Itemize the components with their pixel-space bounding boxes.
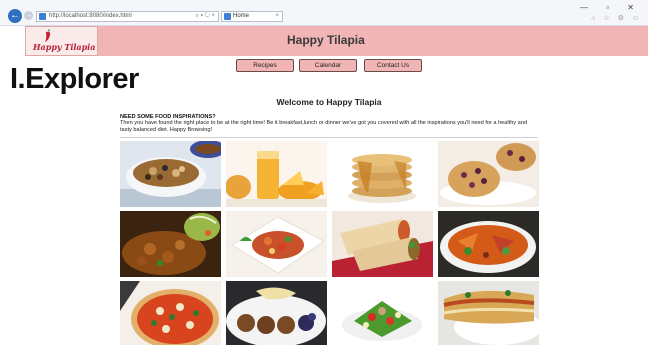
tuna-salad-image[interactable] (332, 281, 433, 345)
forward-arrow-icon[interactable]: → (24, 11, 33, 20)
roasted-vegetables-image[interactable] (438, 211, 539, 277)
overlay-caption: I.Explorer (10, 63, 139, 95)
address-controls[interactable]: ⌕ ▾ ↻ × (196, 12, 215, 21)
page-favicon-icon (39, 13, 46, 20)
site-logo[interactable]: Happy Tilapia (25, 26, 98, 56)
tab-close-icon[interactable]: × (275, 12, 279, 21)
muffins-image[interactable] (438, 141, 539, 207)
wrap-sandwich-image[interactable] (332, 211, 433, 277)
nav-recipes-button[interactable]: Recipes (236, 59, 294, 72)
site-header: Happy Tilapia Happy Tilapia (25, 26, 648, 56)
nav-calendar-button[interactable]: Calendar (299, 59, 357, 72)
window-controls[interactable]: — ▫ ✕ (580, 3, 642, 12)
toolbar-icons[interactable]: ⌂ ☆ ⚙ ☺ (591, 14, 642, 22)
chili-pepper-icon (45, 29, 51, 42)
browser-toolbar: ← → http://localhost:8080/index.html ⌕ ▾… (0, 0, 648, 26)
back-arrow-icon[interactable]: ← (8, 9, 22, 23)
divider (120, 137, 538, 138)
site-title: Happy Tilapia (287, 33, 365, 47)
browser-tab[interactable]: Home × (221, 11, 283, 22)
bean-soup-bowl-image[interactable] (120, 141, 221, 207)
nav-contact-button[interactable]: Contact Us (364, 59, 422, 72)
welcome-heading: Welcome to Happy Tilapia (276, 97, 382, 107)
address-url: http://localhost:8080/index.html (49, 13, 132, 19)
pancakes-image[interactable] (332, 141, 433, 207)
address-bar[interactable]: http://localhost:8080/index.html ⌕ ▾ ↻ × (36, 11, 219, 22)
salad-plate-image[interactable] (226, 211, 327, 277)
intro-text: Then you have found the right place to b… (120, 120, 527, 133)
pizza-image[interactable] (120, 281, 221, 345)
tab-title: Home (233, 13, 250, 19)
meatballs-image[interactable] (226, 281, 327, 345)
tab-favicon-icon (224, 13, 231, 20)
mango-juice-image[interactable] (226, 141, 327, 207)
curry-stew-image[interactable] (120, 211, 221, 277)
logo-text: Happy Tilapia (33, 42, 96, 52)
lasagna-image[interactable] (438, 281, 539, 345)
